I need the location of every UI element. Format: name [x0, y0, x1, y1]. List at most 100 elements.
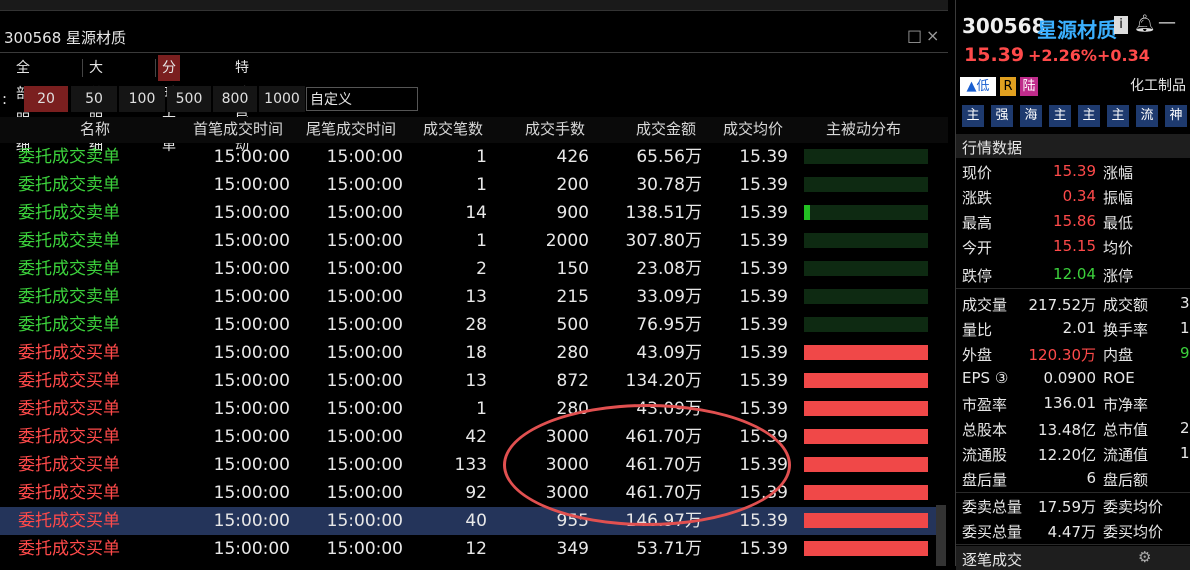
count-cell: 1 [476, 399, 487, 419]
tab-intraday-big-orders[interactable]: 分时大单 [158, 55, 180, 154]
table-row[interactable]: 委托成交买单 15:00:00 15:00:00 92 3000 461.70万 15.39 [0, 479, 936, 507]
minus-icon[interactable]: — [1158, 12, 1176, 33]
quote-label: 流通值 [1103, 446, 1149, 464]
restore-icon[interactable]: □ [907, 26, 922, 45]
amount-cell: 30.78万 [636, 175, 702, 195]
table-row[interactable]: 委托成交买单 15:00:00 15:00:00 40 955 146.97万 15.39 [0, 507, 936, 535]
table-row[interactable]: 委托成交卖单 15:00:00 15:00:00 1 200 30.78万 15.39 [0, 171, 936, 199]
col-name[interactable]: 名称 [80, 118, 110, 142]
tab-special-anomaly[interactable]: 特殊异动 [231, 55, 253, 154]
count-cell: 2 [476, 259, 487, 279]
quote-value: 15.15 [1053, 237, 1096, 255]
avg-price-cell: 15.39 [739, 147, 788, 167]
first-time-cell: 15:00:00 [213, 483, 290, 503]
filter-1000-button[interactable]: 1000 [259, 86, 305, 112]
count-cell: 1 [476, 147, 487, 167]
last-time-cell: 15:00:00 [326, 371, 403, 391]
count-cell: 40 [465, 511, 487, 531]
first-time-cell: 15:00:00 [213, 315, 290, 335]
col-amount[interactable]: 成交金额 [636, 118, 696, 142]
scrollbar[interactable] [936, 505, 946, 566]
tab-big-order-details[interactable]: 大单明细 [85, 55, 107, 154]
quote-value: 17.59万 [1038, 498, 1096, 516]
table-row[interactable]: 委托成交买单 15:00:00 15:00:00 18 280 43.09万 15.39 [0, 339, 936, 367]
avg-price-cell: 15.39 [739, 259, 788, 279]
custom-size-input[interactable]: 自定义 [306, 87, 418, 111]
size-filter: : 20 50 100 500 800 1000 自定义 [0, 84, 948, 114]
tab-all-details[interactable]: 全部明细 [12, 55, 34, 154]
divider [956, 492, 1190, 493]
amount-cell: 307.80万 [625, 231, 702, 251]
count-cell: 13 [465, 287, 487, 307]
table-row[interactable]: 委托成交买单 15:00:00 15:00:00 12 349 53.71万 15.39 [0, 535, 936, 563]
stock-name[interactable]: 星源材质 [1037, 14, 1117, 43]
table-row[interactable]: 委托成交买单 15:00:00 15:00:00 133 3000 461.70万 15.3… [0, 451, 936, 479]
r-tag[interactable]: R [1000, 77, 1016, 96]
amount-cell: 138.51万 [625, 203, 702, 223]
table-row[interactable]: 委托成交卖单 15:00:00 15:00:00 1 2000 307.80万 15.39 [0, 227, 936, 255]
lots-cell: 280 [556, 343, 589, 363]
price-change-pct: +2.26% [1028, 46, 1097, 65]
avg-price-cell: 15.39 [739, 399, 788, 419]
settings-icon[interactable]: ⚙ [1138, 548, 1151, 566]
table-row[interactable]: 委托成交买单 15:00:00 15:00:00 13 872 134.20万 15.39 [0, 367, 936, 395]
big-order-window: 300568 星源材质 □ × 全部明细 大单明细 分时大单 特殊异动 : 20… [0, 0, 948, 566]
table-row[interactable]: 委托成交卖单 15:00:00 15:00:00 13 215 33.09万 15.39 [0, 283, 936, 311]
col-avg-price[interactable]: 成交均价 [723, 118, 783, 142]
concept-badge[interactable]: 神 [1165, 105, 1187, 127]
quote-value-truncated: 20 [1180, 419, 1190, 437]
quote-label: 委卖均价 [1103, 498, 1164, 516]
quote-label: 盘后量 [962, 471, 1008, 489]
filter-20-button[interactable]: 20 [24, 86, 68, 112]
filter-500-button[interactable]: 500 [167, 86, 211, 112]
count-cell: 28 [465, 315, 487, 335]
quote-label: 成交量 [962, 296, 1008, 314]
divider [956, 544, 1190, 545]
concept-badge[interactable]: 主 [1049, 105, 1071, 127]
order-type-cell: 委托成交卖单 [18, 287, 120, 307]
industry-label[interactable]: 化工制品 [1126, 77, 1190, 96]
col-count[interactable]: 成交笔数 [423, 118, 483, 142]
quote-value: 2.01 [1062, 319, 1096, 337]
connect-tag[interactable]: 陆 [1020, 77, 1038, 96]
quote-label: 流通股 [962, 446, 1008, 464]
close-icon[interactable]: × [926, 26, 939, 45]
distribution-bar [804, 457, 928, 472]
table-row[interactable]: 委托成交卖单 15:00:00 15:00:00 1 426 65.56万 15.39 [0, 143, 936, 171]
col-last-time[interactable]: 尾笔成交时间 [306, 118, 396, 142]
table-row[interactable]: 委托成交买单 15:00:00 15:00:00 42 3000 461.70万 15.39 [0, 423, 936, 451]
concept-badge[interactable]: 主 [962, 105, 984, 127]
table-row[interactable]: 委托成交卖单 15:00:00 15:00:00 2 150 23.08万 15.39 [0, 255, 936, 283]
info-icon[interactable]: i [1114, 16, 1128, 34]
col-first-time[interactable]: 首笔成交时间 [193, 118, 283, 142]
col-distribution[interactable]: 主被动分布 [826, 118, 901, 142]
filter-800-button[interactable]: 800 [213, 86, 257, 112]
concept-badge[interactable]: 主 [1078, 105, 1100, 127]
concept-badge[interactable]: 强 [991, 105, 1013, 127]
distribution-bar [804, 401, 928, 416]
table-row[interactable]: 委托成交买单 15:00:00 15:00:00 1 280 43.09万 15.39 [0, 395, 936, 423]
concept-badge[interactable]: 流 [1136, 105, 1158, 127]
low-tag[interactable]: ▲低 [960, 77, 996, 96]
concept-badge[interactable]: 主 [1107, 105, 1129, 127]
quote-label: 市净率 [1103, 396, 1149, 414]
filter-100-button[interactable]: 100 [119, 86, 165, 112]
lots-cell: 500 [556, 315, 589, 335]
quote-value: 15.86 [1053, 212, 1096, 230]
count-cell: 14 [465, 203, 487, 223]
lots-cell: 872 [556, 371, 589, 391]
quote-section-header: 行情数据 [956, 134, 1190, 158]
tick-title[interactable]: 逐笔成交 [962, 549, 1022, 570]
bell-icon[interactable]: 🔔︎ [1134, 14, 1156, 34]
count-cell: 133 [454, 455, 487, 475]
first-time-cell: 15:00:00 [213, 539, 290, 559]
table-row[interactable]: 委托成交卖单 15:00:00 15:00:00 14 900 138.51万 15.39 [0, 199, 936, 227]
filter-50-button[interactable]: 50 [71, 86, 117, 112]
avg-price-cell: 15.39 [739, 287, 788, 307]
quote-label: 最高 [962, 214, 993, 232]
price-change: +0.34 [1097, 46, 1150, 65]
concept-badge[interactable]: 海 [1020, 105, 1042, 127]
table-row[interactable]: 委托成交卖单 15:00:00 15:00:00 28 500 76.95万 15.39 [0, 311, 936, 339]
avg-price-cell: 15.39 [739, 175, 788, 195]
col-lots[interactable]: 成交手数 [525, 118, 585, 142]
